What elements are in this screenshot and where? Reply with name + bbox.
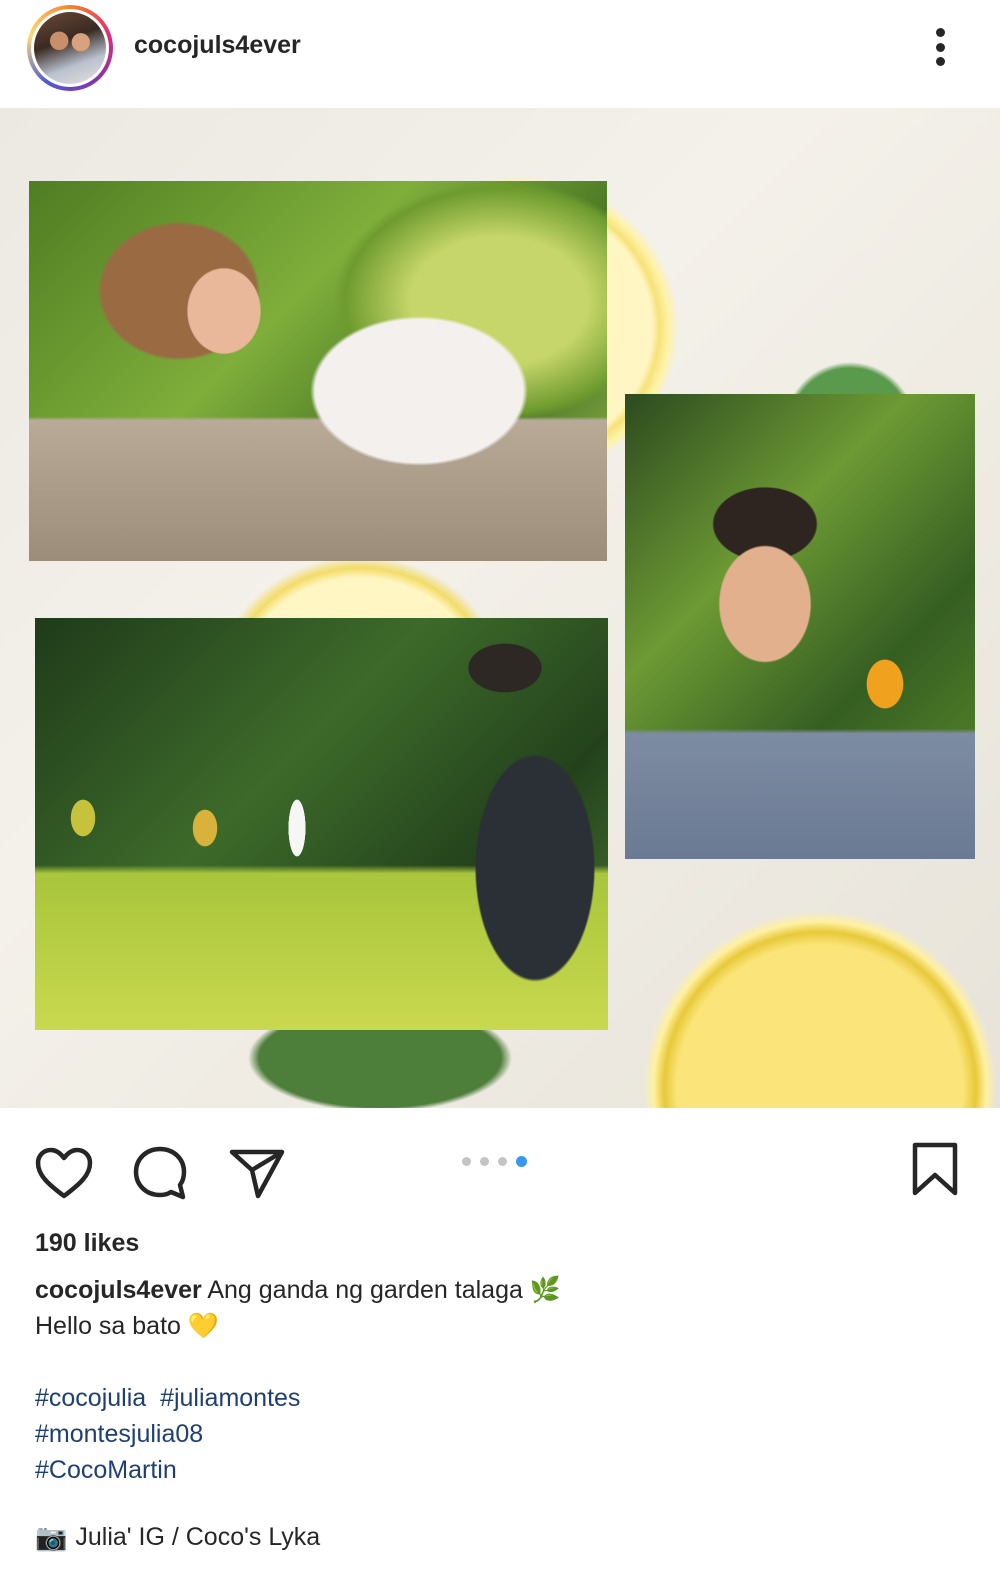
photo-man-spraying-parrots [35, 618, 608, 1030]
caption-line-2: Hello sa bato 💛 [35, 1312, 219, 1340]
hashtag-line[interactable]: #cocojulia #juliamontes [35, 1380, 300, 1416]
caption-username[interactable]: cocojuls4ever [35, 1276, 202, 1304]
photo-man-smiling-with-parrot [625, 394, 975, 859]
comment-icon [133, 1146, 187, 1200]
carousel-dot [462, 1157, 471, 1166]
hashtag-line[interactable]: #montesjulia08 [35, 1416, 300, 1452]
bookmark-icon [912, 1142, 958, 1196]
profile-avatar[interactable] [27, 5, 113, 91]
post-header: cocojuls4ever [0, 0, 1000, 108]
carousel-indicator [462, 1156, 527, 1167]
credit-text: Julia' IG / Coco's Lyka [75, 1523, 321, 1551]
share-icon [229, 1149, 285, 1199]
like-button[interactable] [29, 1138, 99, 1208]
photo-woman-lying-on-rock [29, 181, 607, 561]
action-bar [0, 1108, 1000, 1218]
carousel-dot [498, 1157, 507, 1166]
post-image[interactable] [0, 108, 1000, 1108]
photo-credit: 📷 Julia' IG / Coco's Lyka [35, 1522, 320, 1553]
hashtags: #cocojulia #juliamontes #montesjulia08 #… [35, 1380, 300, 1488]
heart-icon [35, 1147, 93, 1199]
share-button[interactable] [222, 1138, 292, 1208]
carousel-dot [480, 1157, 489, 1166]
save-button[interactable] [900, 1134, 970, 1204]
username-link[interactable]: cocojuls4ever [134, 31, 301, 60]
camera-icon: 📷 [35, 1522, 68, 1552]
carousel-dot-active [516, 1156, 527, 1167]
post-caption: cocojuls4ever Ang ganda ng garden talaga… [35, 1272, 965, 1344]
likes-count[interactable]: 190 likes [35, 1229, 139, 1258]
caption-line-1: Ang ganda ng garden talaga 🌿 [207, 1276, 561, 1304]
more-options-icon[interactable] [920, 24, 960, 70]
comment-button[interactable] [125, 1138, 195, 1208]
hashtag-line[interactable]: #CocoMartin [35, 1452, 300, 1488]
